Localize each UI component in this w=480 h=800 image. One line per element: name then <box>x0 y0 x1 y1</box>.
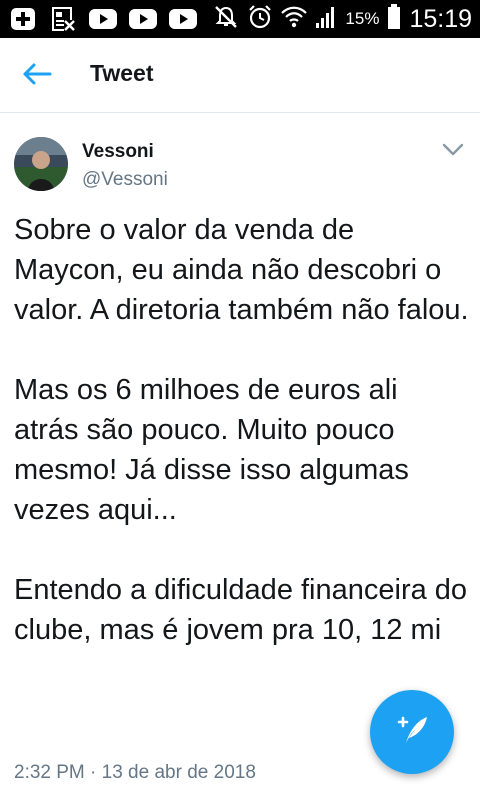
battery-icon <box>387 3 401 35</box>
tweet-timestamp: 2:32 PM · 13 de abr de 2018 <box>14 762 256 783</box>
tweet-text: Sobre o valor da venda de Maycon, eu ain… <box>14 210 470 650</box>
youtube-icon <box>126 6 160 32</box>
compose-tweet-icon <box>392 710 432 755</box>
signal-icon <box>315 5 337 34</box>
youtube-icon <box>166 6 200 32</box>
status-bar-notifications <box>6 6 200 32</box>
page-title: Tweet <box>90 60 154 86</box>
arrow-left-icon <box>22 62 52 91</box>
clock: 15:19 <box>409 4 472 33</box>
image-icon <box>46 6 80 32</box>
author-handle[interactable]: @Vessoni <box>82 169 168 191</box>
tweet-options-button[interactable] <box>438 139 468 165</box>
tweet-paragraph: Mas os 6 milhoes de euros ali atrás são … <box>14 374 409 526</box>
author-name[interactable]: Vessoni <box>82 141 154 163</box>
avatar[interactable] <box>14 137 68 191</box>
app-bar: Tweet <box>0 38 480 113</box>
add-box-icon <box>6 6 40 32</box>
alarm-icon <box>247 4 273 35</box>
tweet-paragraph: Sobre o valor da venda de Maycon, eu ain… <box>14 214 469 326</box>
back-button[interactable] <box>16 56 58 96</box>
tweet-paragraph: Entendo a dificuldade financeira do club… <box>14 574 468 646</box>
tweet-header: Vessoni @Vessoni <box>0 113 480 203</box>
youtube-icon <box>86 6 120 32</box>
wifi-icon <box>281 5 308 34</box>
compose-tweet-button[interactable] <box>370 690 454 774</box>
chevron-down-icon <box>442 143 464 162</box>
notifications-off-icon <box>213 4 239 35</box>
status-bar: 15% 15:19 <box>0 0 480 38</box>
battery-percentage: 15% <box>345 9 380 28</box>
status-bar-system: 15% 15:19 <box>213 0 472 38</box>
